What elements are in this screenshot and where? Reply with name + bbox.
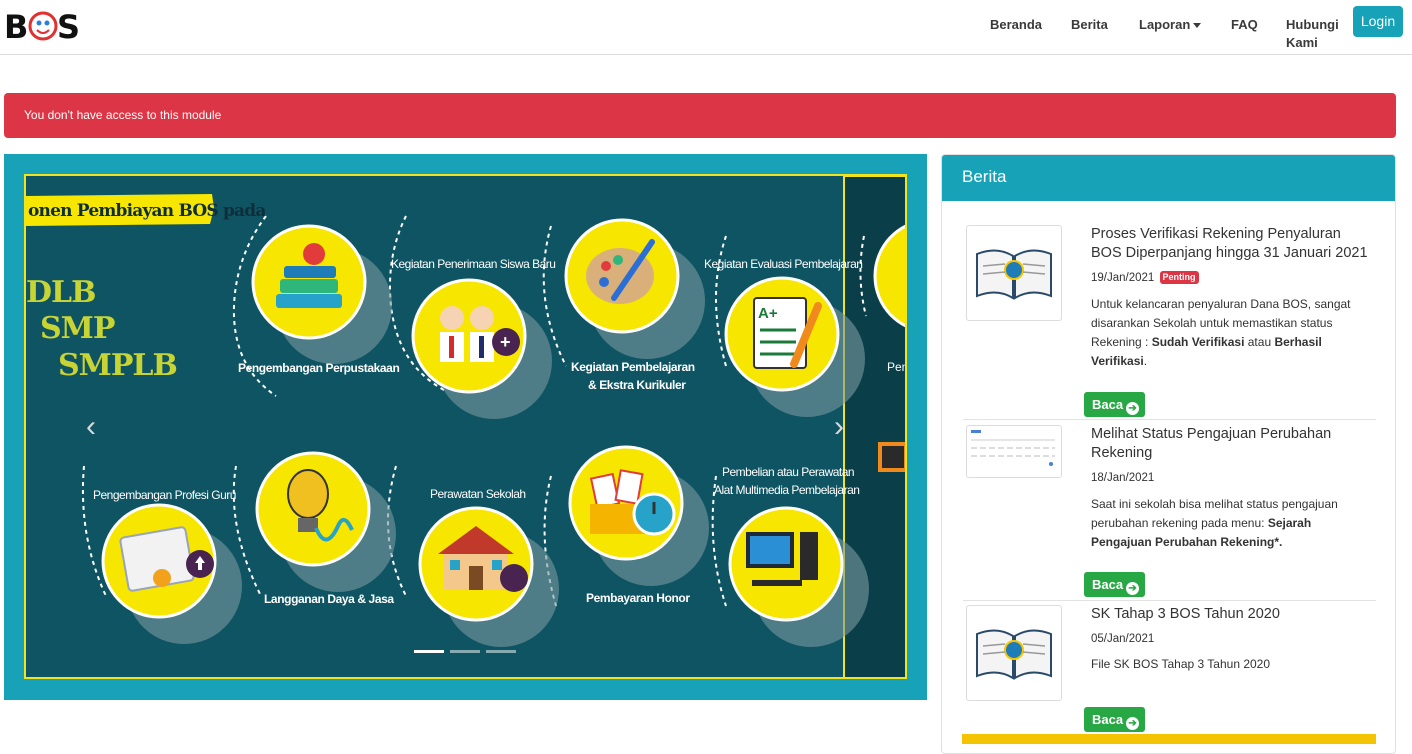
news-date: 18/Jan/2021 xyxy=(1091,472,1155,484)
arrow-right-circle-icon: ➔ xyxy=(1126,717,1140,730)
desc-text: File SK BOS Tahap 3 Tahun 2020 xyxy=(1091,657,1271,671)
carousel-prev-button[interactable]: ‹ xyxy=(76,412,106,442)
item-partial: Peng xyxy=(887,360,907,374)
item-alat-multimedia-line1: Pembelian atau Perawatan xyxy=(722,465,854,479)
news-description: Untuk kelancaran penyaluran Dana BOS, sa… xyxy=(1091,295,1373,371)
carousel: onen Pembiayan BOS pada DLB SMP SMPLB Pe… xyxy=(4,154,927,700)
baca-label: Baca xyxy=(1092,712,1124,727)
news-title[interactable]: Proses Verifikasi Rekening Penyaluran BO… xyxy=(1091,225,1373,263)
nav-laporan-label: Laporan xyxy=(1139,17,1191,32)
item-penerimaan-siswa-baru: Kegiatan Penerimaan Siswa Baru xyxy=(391,257,555,271)
caret-down-icon xyxy=(1193,23,1202,29)
arrow-right-circle-icon: ➔ xyxy=(1126,582,1140,595)
item-pembayaran-honor: Pembayaran Honor xyxy=(586,591,690,605)
carousel-indicator-1[interactable] xyxy=(414,650,444,653)
news-title[interactable]: SK Tahap 3 BOS Tahun 2020 xyxy=(1091,605,1373,624)
baca-label: Baca xyxy=(1092,397,1124,412)
baca-button[interactable]: Baca ➔ xyxy=(1084,392,1145,417)
navbar: B S Beranda Berita Laporan FAQ Hubungi K… xyxy=(0,0,1412,55)
news-item: SK Tahap 3 BOS Tahun 2020 05/Jan/2021 Fi… xyxy=(963,601,1376,735)
access-denied-alert: You don't have access to this module xyxy=(4,93,1396,138)
item-alat-multimedia-line2: Alat Multimedia Pembelajaran xyxy=(714,483,859,497)
item-perawatan-sekolah: Perawatan Sekolah xyxy=(430,487,526,501)
book-thumbnail-icon[interactable] xyxy=(966,605,1062,701)
login-button[interactable]: Login xyxy=(1353,6,1403,37)
students-icon: + xyxy=(411,278,552,419)
nav-beranda[interactable]: Beranda xyxy=(990,16,1042,34)
nav-faq[interactable]: FAQ xyxy=(1231,16,1258,34)
next-item-strip xyxy=(962,734,1376,744)
screenshot-thumbnail[interactable] xyxy=(966,425,1062,478)
news-title[interactable]: Melihat Status Pengajuan Perubahan Reken… xyxy=(1091,425,1373,463)
item-kegiatan-pembelajaran-line2: & Ekstra Kurikuler xyxy=(588,378,686,392)
nav-laporan-dropdown[interactable]: Laporan xyxy=(1139,16,1202,34)
book-thumbnail-icon[interactable] xyxy=(966,225,1062,321)
news-date-text: 19/Jan/2021 xyxy=(1091,272,1155,284)
penting-badge: Penting xyxy=(1159,271,1199,285)
certificate-icon xyxy=(101,503,242,644)
baca-label: Baca xyxy=(1092,577,1124,592)
carousel-indicator-3[interactable] xyxy=(486,650,516,653)
carousel-slide: onen Pembiayan BOS pada DLB SMP SMPLB Pe… xyxy=(24,174,907,679)
carousel-next-button[interactable]: › xyxy=(824,412,854,442)
news-header: Berita xyxy=(942,155,1395,201)
item-kegiatan-pembelajaran-line1: Kegiatan Pembelajaran xyxy=(571,360,695,374)
desc-bold: Sudah Verifikasi xyxy=(1151,335,1245,349)
baca-button[interactable]: Baca ➔ xyxy=(1084,572,1145,597)
nav-berita[interactable]: Berita xyxy=(1071,16,1108,34)
svg-text:S: S xyxy=(57,8,80,46)
alert-message: You don't have access to this module xyxy=(24,108,222,122)
envelope-money-icon xyxy=(568,445,709,586)
carousel-indicators xyxy=(414,650,522,654)
news-panel: Berita Proses Verifikasi Rekening Penyal… xyxy=(941,154,1396,754)
school-building-icon xyxy=(418,506,559,647)
svg-text:B: B xyxy=(4,8,28,46)
carousel-level-1: DLB xyxy=(26,275,95,310)
item-pengembangan-perpustakaan: Pengembangan Perpustakaan xyxy=(238,361,399,375)
carousel-indicator-2[interactable] xyxy=(450,650,480,653)
svg-text:+: + xyxy=(500,332,511,352)
palette-icon xyxy=(564,218,705,359)
item-profesi-guru: Pengembangan Profesi Guru xyxy=(93,488,236,502)
baca-button[interactable]: Baca ➔ xyxy=(1084,707,1145,732)
news-description: Saat ini sekolah bisa melihat status pen… xyxy=(1091,495,1373,552)
books-apple-icon xyxy=(251,224,392,364)
carousel-level-2: SMP xyxy=(40,311,115,346)
news-date: 05/Jan/2021 xyxy=(1091,633,1155,645)
svg-text:A+: A+ xyxy=(758,305,778,322)
news-date: 19/Jan/2021 Penting xyxy=(1091,270,1199,286)
carousel-level-3: SMPLB xyxy=(58,348,177,383)
news-description: File SK BOS Tahap 3 Tahun 2020 xyxy=(1091,655,1373,674)
nav-hubungi-kami[interactable]: Hubungi Kami xyxy=(1286,16,1346,52)
arrow-right-circle-icon: ➔ xyxy=(1126,402,1140,415)
bos-logo[interactable]: B S xyxy=(4,6,86,46)
news-item: Proses Verifikasi Rekening Penyaluran BO… xyxy=(963,201,1376,420)
news-item: Melihat Status Pengajuan Perubahan Reken… xyxy=(963,421,1376,601)
item-langganan-daya-jasa: Langganan Daya & Jasa xyxy=(264,592,394,606)
desc-text: . xyxy=(1143,354,1148,368)
lightbulb-icon xyxy=(255,451,396,592)
item-evaluasi-pembelajaran: Kegiatan Evaluasi Pembelajaran xyxy=(704,257,862,271)
desc-text: atau xyxy=(1244,335,1275,349)
carousel-banner-text: onen Pembiayan BOS pada xyxy=(28,201,266,221)
